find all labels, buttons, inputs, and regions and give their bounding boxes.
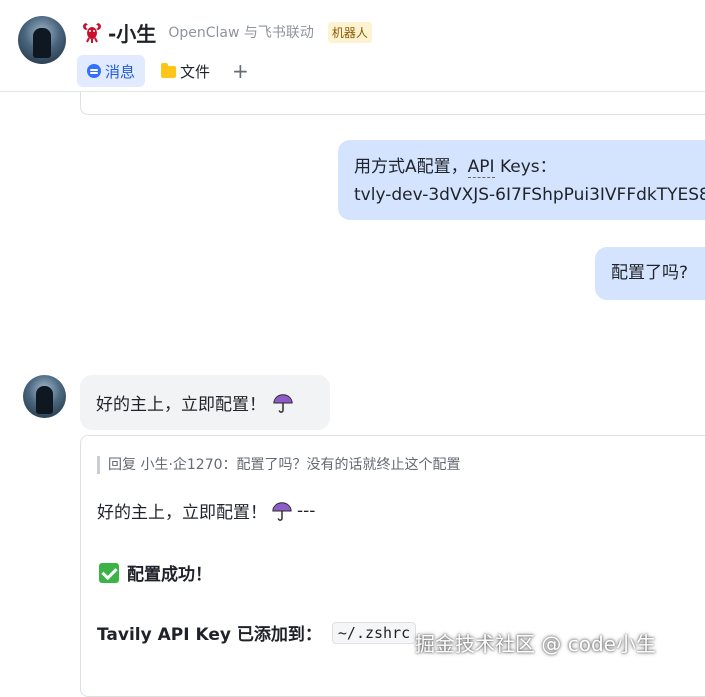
- tab-messages[interactable]: 消息: [77, 55, 146, 87]
- watermark: 掘金技术社区 @ code小生: [415, 632, 656, 656]
- user-message-bubble-2[interactable]: 配置了吗?: [595, 247, 705, 300]
- chat-subtitle: OpenClaw 与飞书联动: [168, 25, 314, 41]
- bot-badge: 机器人: [327, 21, 372, 43]
- bot-message-avatar[interactable]: [23, 375, 66, 418]
- lobster-icon: [83, 23, 101, 43]
- bot-name[interactable]: -小生: [80, 18, 156, 47]
- user-message-text: 用方式A配置，: [354, 157, 468, 177]
- api-term[interactable]: API: [467, 157, 495, 178]
- bot-reply-card: 回复 小生·企1270：配置了吗？没有的话就终止这个配置 好的主上，立即配置！ …: [80, 435, 705, 697]
- tab-files-label: 文件: [180, 62, 211, 81]
- api-key-text: tvly-dev-3dVXJS-6I7FShpPui3IVFFdkTYES8: [354, 185, 705, 205]
- chat-tabs: 消息 文件 +: [77, 55, 249, 87]
- title-row: -小生 OpenClaw 与飞书联动 机器人: [80, 18, 372, 46]
- folder-icon: [161, 63, 177, 78]
- bot-message-text: 好的主上，立即配置！: [96, 395, 266, 415]
- reply-quote[interactable]: 回复 小生·企1270：配置了吗？没有的话就终止这个配置: [97, 456, 461, 474]
- user-message-bubble[interactable]: 用方式A配置，API Keys： tvly-dev-3dVXJS-6I7FShp…: [338, 140, 705, 220]
- tab-messages-label: 消息: [105, 62, 136, 81]
- reply-text: 好的主上，立即配置！ ---: [97, 498, 316, 524]
- success-text: 配置成功！: [127, 565, 212, 585]
- chat-header: -小生 OpenClaw 与飞书联动 机器人 消息 文件 +: [0, 0, 705, 92]
- user-message-text-suffix: Keys：: [494, 157, 557, 177]
- bot-name-text: -小生: [108, 21, 157, 46]
- key-label: Tavily API Key 已添加到：: [97, 625, 322, 645]
- umbrella-icon: [272, 501, 292, 521]
- chat-bubble-icon: [87, 64, 101, 78]
- key-path-code: ~/.zshrc: [331, 621, 417, 644]
- tab-files[interactable]: 文件: [151, 55, 220, 87]
- reply-text-suffix: ---: [297, 500, 316, 521]
- umbrella-icon: [273, 393, 293, 413]
- bot-avatar[interactable]: [18, 16, 66, 64]
- bot-message-content: 好的主上，立即配置！: [96, 390, 294, 415]
- bot-message-bubble[interactable]: 好的主上，立即配置！: [80, 375, 330, 430]
- check-mark-icon: [99, 562, 119, 583]
- user-message-text-2: 配置了吗?: [611, 263, 689, 283]
- api-key-location: Tavily API Key 已添加到： ~/.zshrc: [97, 620, 417, 645]
- reply-text-main: 好的主上，立即配置！: [97, 503, 267, 523]
- success-heading: 配置成功！: [99, 560, 212, 585]
- add-tab-button[interactable]: +: [232, 61, 249, 81]
- user-message-line1: 用方式A配置，API Keys：: [354, 154, 557, 181]
